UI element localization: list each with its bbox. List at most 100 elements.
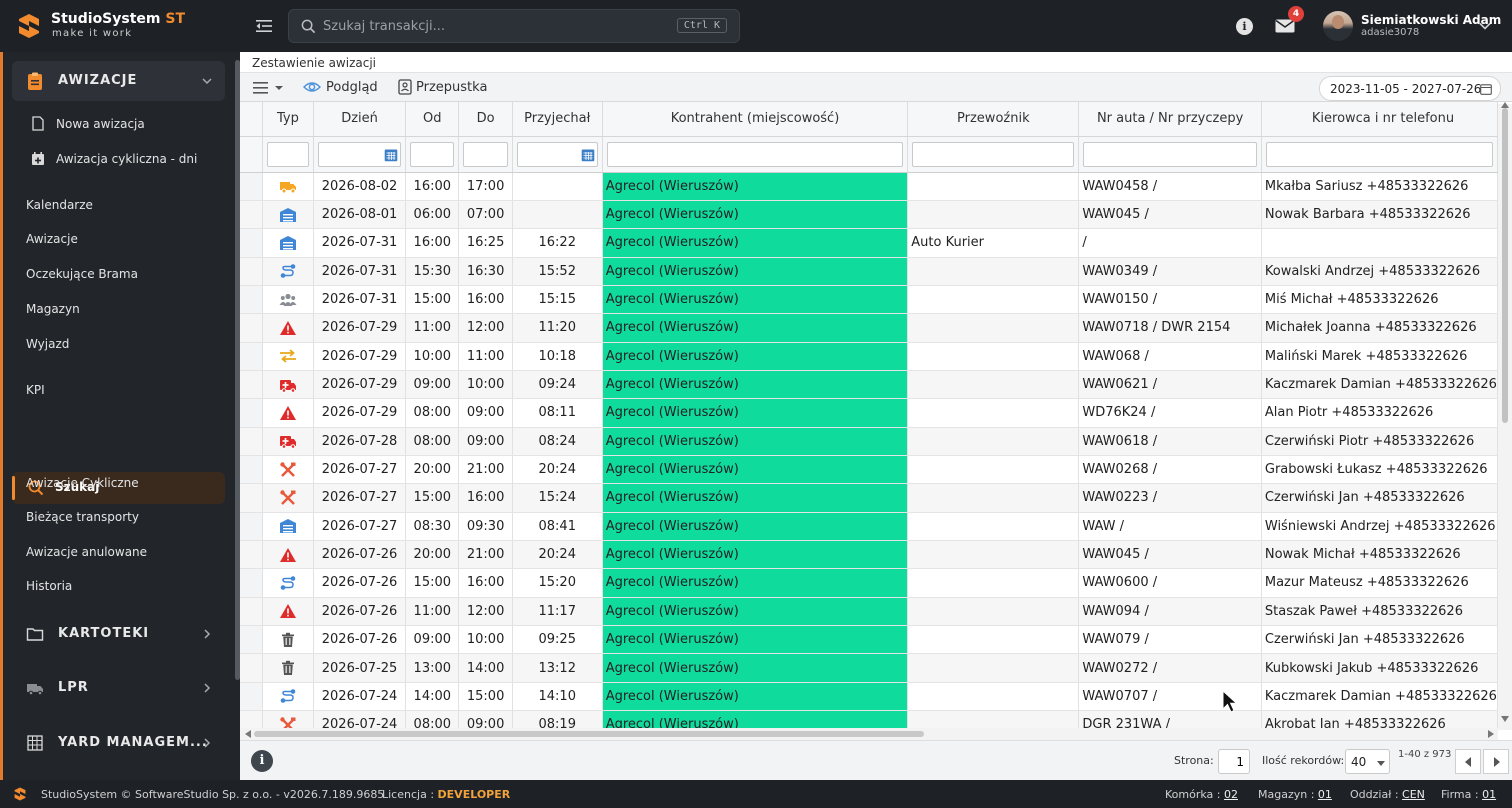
filter-typ[interactable] <box>266 141 309 167</box>
sidebar-item-oczekujace-brama[interactable]: Oczekujące Brama <box>26 267 138 281</box>
info-icon[interactable]: i <box>1236 18 1253 35</box>
table-row[interactable]: 2026-07-26 15:00 16:00 15:20 Agrecol (Wierus… <box>240 568 1498 598</box>
sidebar-item-historia[interactable]: Historia <box>26 579 72 593</box>
column-header[interactable]: Kontrahent (miejscowość) <box>602 102 909 137</box>
table-row[interactable]: 2026-07-29 10:00 11:00 10:18 Agrecol (Wierus… <box>240 342 1498 371</box>
sidebar-item-biezace-transporty[interactable]: Bieżące transporty <box>26 510 139 524</box>
column-header[interactable]: Od <box>405 102 460 137</box>
row-selector[interactable] <box>240 398 263 428</box>
cell-przewoznik <box>907 483 1080 513</box>
sidebar-item-kpi[interactable]: KPI <box>26 383 45 397</box>
row-selector[interactable] <box>240 682 263 712</box>
status-magazyn[interactable]: Magazyn : 01 <box>1258 788 1332 801</box>
sidebar-item-awizacje[interactable]: Awizacje <box>26 232 78 246</box>
filter-nr-auta[interactable] <box>1083 141 1257 167</box>
row-selector[interactable] <box>240 313 263 343</box>
row-selector[interactable] <box>240 483 263 513</box>
search-input[interactable] <box>323 16 653 36</box>
table-row[interactable]: 2026-07-27 08:30 09:30 08:41 Agrecol (Wierus… <box>240 512 1498 541</box>
scroll-thumb[interactable] <box>254 731 924 737</box>
records-per-page-select[interactable]: 40 <box>1345 749 1390 774</box>
row-selector[interactable] <box>240 200 263 230</box>
sidebar-item-awizacja-cykliczna[interactable]: Awizacja cykliczna - dni <box>29 147 219 171</box>
column-header[interactable]: Typ <box>262 102 314 137</box>
table-row[interactable]: 2026-07-26 09:00 10:00 09:25 Agrecol (Wierus… <box>240 625 1498 655</box>
date-range-picker[interactable]: 2023-11-05 - 2027-07-26 <box>1319 76 1501 101</box>
row-selector[interactable] <box>240 710 263 728</box>
chevron-down-icon[interactable] <box>1478 19 1492 33</box>
section-lpr[interactable]: LPR <box>12 668 225 708</box>
table-row[interactable]: 2026-07-24 08:00 09:00 08:19 Agrecol (Wierus… <box>240 710 1498 728</box>
row-selector[interactable] <box>240 342 263 371</box>
vertical-scrollbar[interactable] <box>1498 102 1512 730</box>
table-row[interactable]: 2026-07-26 20:00 21:00 20:24 Agrecol (Wierus… <box>240 540 1498 570</box>
column-header[interactable]: Przewoźnik <box>907 102 1080 137</box>
column-header[interactable]: Nr auta / Nr przyczepy <box>1078 102 1262 137</box>
table-row[interactable]: 2026-07-29 08:00 09:00 08:11 Agrecol (Wierus… <box>240 398 1498 428</box>
row-selector[interactable] <box>240 597 263 627</box>
row-selector[interactable] <box>240 172 263 201</box>
next-page-button[interactable] <box>1483 749 1509 774</box>
row-selector[interactable] <box>240 625 263 655</box>
row-selector[interactable] <box>240 512 263 541</box>
grid-menu-icon[interactable] <box>253 80 285 96</box>
collapse-menu-icon[interactable] <box>255 17 273 35</box>
prev-page-button[interactable] <box>1455 749 1481 774</box>
calendar-icon[interactable] <box>581 148 595 162</box>
table-row[interactable]: 2026-07-27 20:00 21:00 20:24 Agrecol (Wierus… <box>240 455 1498 485</box>
row-selector[interactable] <box>240 455 263 485</box>
table-row[interactable]: 2026-08-02 16:00 17:00 Agrecol (Wieruszów) W… <box>240 172 1498 201</box>
filter-przewoznik[interactable] <box>912 141 1075 167</box>
section-awizacje[interactable]: AWIZACJE <box>12 61 225 101</box>
table-row[interactable]: 2026-08-01 06:00 07:00 Agrecol (Wieruszów) W… <box>240 200 1498 230</box>
table-row[interactable]: 2026-07-24 14:00 15:00 14:10 Agrecol (Wierus… <box>240 682 1498 712</box>
row-selector[interactable] <box>240 228 263 258</box>
sidebar-item-kalendarze[interactable]: Kalendarze <box>26 198 93 212</box>
sidebar-item-wyjazd[interactable]: Wyjazd <box>26 337 69 351</box>
scroll-left-arrow[interactable] <box>245 730 251 738</box>
search-box[interactable]: Ctrl K <box>288 9 740 43</box>
section-kartoteki[interactable]: KARTOTEKI <box>12 614 225 654</box>
column-header[interactable]: Do <box>458 102 513 137</box>
table-row[interactable]: 2026-07-31 15:30 16:30 15:52 Agrecol (Wierus… <box>240 257 1498 286</box>
table-row[interactable]: 2026-07-29 11:00 12:00 11:20 Agrecol (Wierus… <box>240 313 1498 343</box>
status-komorka[interactable]: Komórka : 02 <box>1165 788 1238 801</box>
table-row[interactable]: 2026-07-26 11:00 12:00 11:17 Agrecol (Wierus… <box>240 597 1498 627</box>
row-selector[interactable] <box>240 568 263 598</box>
column-header[interactable]: Przyjechał <box>512 102 603 137</box>
scroll-down-arrow[interactable] <box>1501 716 1509 722</box>
scroll-thumb[interactable] <box>1502 108 1508 423</box>
table-row[interactable]: 2026-07-31 16:00 16:25 16:22 Agrecol (Wierus… <box>240 228 1498 258</box>
filter-kontrahent[interactable] <box>606 141 904 167</box>
row-selector[interactable] <box>240 653 263 683</box>
row-selector[interactable] <box>240 285 263 315</box>
info-icon[interactable]: i <box>251 750 273 772</box>
row-selector[interactable] <box>240 540 263 570</box>
row-selector[interactable] <box>240 257 263 286</box>
page-input[interactable] <box>1218 749 1250 774</box>
table-row[interactable]: 2026-07-31 15:00 16:00 15:15 Agrecol (Wierus… <box>240 285 1498 315</box>
row-selector[interactable] <box>240 370 263 400</box>
status-oddzial[interactable]: Oddział : CEN <box>1350 788 1425 801</box>
scroll-right-arrow[interactable] <box>1488 730 1494 738</box>
horizontal-scrollbar[interactable] <box>240 728 1498 740</box>
sidebar-item-magazyn[interactable]: Magazyn <box>26 302 80 316</box>
column-header[interactable]: Dzień <box>313 102 407 137</box>
avatar[interactable] <box>1323 11 1353 41</box>
table-row[interactable]: 2026-07-27 15:00 16:00 15:24 Agrecol (Wierus… <box>240 483 1498 513</box>
table-row[interactable]: 2026-07-29 09:00 10:00 09:24 Agrecol (Wierus… <box>240 370 1498 400</box>
filter-kierowca[interactable] <box>1265 141 1493 167</box>
sidebar-item-awizacje-anulowane[interactable]: Awizacje anulowane <box>26 545 147 559</box>
cell-przyjechal: 08:11 <box>512 398 603 428</box>
calendar-icon[interactable] <box>384 148 398 162</box>
status-firma[interactable]: Firma : 01 <box>1441 788 1496 801</box>
row-selector[interactable] <box>240 427 263 456</box>
filter-od[interactable] <box>410 141 455 167</box>
sidebar-item-nowa-awizacja[interactable]: Nowa awizacja <box>29 112 219 136</box>
table-row[interactable]: 2026-07-28 08:00 09:00 08:24 Agrecol (Wierus… <box>240 427 1498 456</box>
table-row[interactable]: 2026-07-25 13:00 14:00 13:12 Agrecol (Wierus… <box>240 653 1498 683</box>
column-header[interactable]: Kierowca i nr telefonu <box>1261 102 1498 137</box>
sidebar-item-awizacje-cykliczne[interactable]: Awizacje Cykliczne <box>26 476 139 490</box>
section-yard-management[interactable]: YARD MANAGEM... <box>12 723 225 763</box>
filter-do[interactable] <box>463 141 508 167</box>
